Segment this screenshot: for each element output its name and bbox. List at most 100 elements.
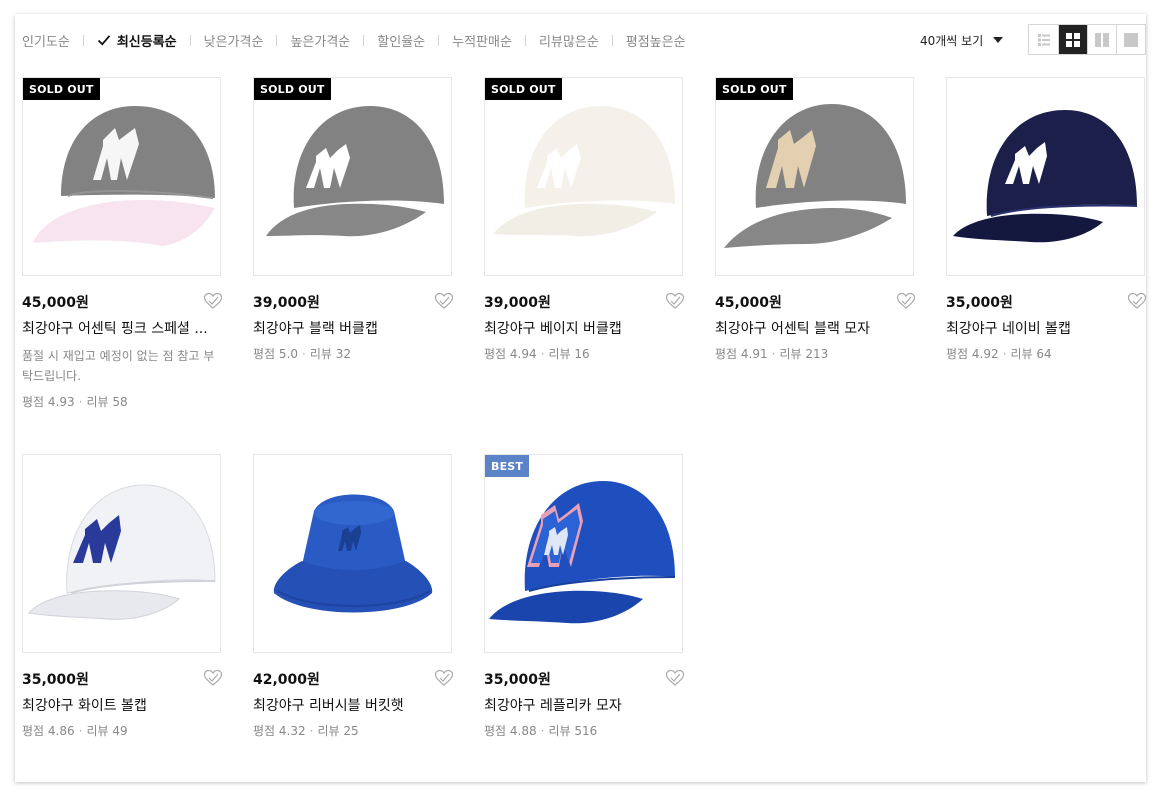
product-price: 45,000원 — [715, 295, 782, 311]
product-name[interactable]: 최강야구 베이지 버클캡 — [484, 318, 683, 338]
product-card[interactable]: SOLD OUT 39,000원 최강야구 베이지 버클캡 평점 4.94 · 리뷰… — [484, 77, 685, 362]
sort-divider — [189, 34, 191, 46]
product-name[interactable]: 최강야구 어센틱 핑크 스페셜 ... — [22, 318, 221, 338]
view-count-dropdown[interactable]: 40개씩 보기 — [920, 31, 1004, 49]
grid-view-icon — [1066, 32, 1080, 47]
product-name[interactable]: 최강야구 어센틱 블랙 모자 — [715, 318, 914, 338]
product-reviews: 리뷰 58 — [86, 395, 128, 409]
heart-icon[interactable] — [203, 292, 223, 310]
meta-separator: · — [540, 347, 545, 361]
single-view-icon — [1124, 32, 1138, 47]
two-column-view-icon — [1095, 32, 1109, 47]
product-reviews: 리뷰 32 — [309, 347, 351, 361]
product-price: 42,000원 — [253, 672, 320, 688]
meta-separator: · — [78, 724, 83, 738]
product-image[interactable]: BEST — [484, 454, 683, 653]
sort-reviews[interactable]: 리뷰많은순 — [539, 31, 599, 50]
blue-replica-cap-image — [489, 481, 676, 624]
sort-discount[interactable]: 할인율순 — [377, 31, 425, 50]
product-image[interactable]: SOLD OUT — [484, 77, 683, 276]
sort-newest-label: 최신등록순 — [116, 34, 177, 50]
meta-separator: · — [78, 395, 83, 409]
product-meta: 평점 4.88 · 리뷰 516 — [484, 722, 683, 739]
heart-icon[interactable] — [203, 669, 223, 687]
heart-icon[interactable] — [1127, 292, 1147, 310]
sort-divider — [363, 34, 365, 46]
product-card[interactable]: SOLD OUT 45,000원 최강야구 어센틱 핑크 스페셜 ... 품절 … — [22, 77, 223, 410]
sort-popular-label: 인기도순 — [22, 34, 70, 50]
heart-icon[interactable] — [896, 292, 916, 310]
sort-divider — [611, 34, 613, 46]
product-name[interactable]: 최강야구 네이비 볼캡 — [946, 318, 1145, 338]
product-reviews: 리뷰 64 — [1010, 347, 1052, 361]
product-name[interactable]: 최강야구 레플리카 모자 — [484, 695, 683, 715]
product-price: 35,000원 — [484, 672, 551, 688]
product-rating: 평점 5.0 — [253, 347, 298, 361]
product-name[interactable]: 최강야구 리버시블 버킷햇 — [253, 695, 452, 715]
product-image[interactable] — [253, 454, 452, 653]
list-view-icon — [1037, 33, 1050, 46]
soldout-badge: SOLD OUT — [23, 78, 100, 100]
product-reviews: 리뷰 213 — [779, 347, 829, 361]
product-price: 45,000원 — [22, 295, 89, 311]
product-meta: 평점 4.92 · 리뷰 64 — [946, 345, 1145, 362]
meta-separator: · — [301, 347, 306, 361]
sort-low-price[interactable]: 낮은가격순 — [204, 31, 264, 50]
list-view-button[interactable] — [1029, 25, 1058, 54]
heart-icon[interactable] — [434, 292, 454, 310]
heart-icon[interactable] — [665, 292, 685, 310]
product-card[interactable]: 42,000원 최강야구 리버시블 버킷햇 평점 4.32 · 리뷰 25 — [253, 454, 454, 739]
soldout-badge: SOLD OUT — [716, 78, 793, 100]
product-reviews: 리뷰 16 — [548, 347, 590, 361]
product-list-panel: 인기도순 최신등록순 낮은가격순 높은가격순 할인율순 누적판매순 리뷰많은순 … — [15, 14, 1147, 782]
white-ball-cap-image — [28, 484, 216, 620]
grid-view-button[interactable] — [1058, 25, 1087, 54]
heart-icon[interactable] — [434, 669, 454, 687]
product-card[interactable]: 35,000원 최강야구 네이비 볼캡 평점 4.92 · 리뷰 64 — [946, 77, 1147, 362]
sort-newest[interactable]: 최신등록순 — [97, 31, 177, 50]
product-card[interactable]: 35,000원 최강야구 화이트 볼캡 평점 4.86 · 리뷰 49 — [22, 454, 223, 739]
product-rating: 평점 4.86 — [22, 724, 75, 738]
navy-ball-cap-image — [953, 110, 1138, 243]
product-rating: 평점 4.93 — [22, 395, 75, 409]
sort-divider — [438, 34, 440, 46]
two-column-view-button[interactable] — [1087, 25, 1116, 54]
product-reviews: 리뷰 516 — [548, 724, 598, 738]
product-card[interactable]: SOLD OUT 39,000원 최강야구 블랙 버클캡 평점 5.0 · 리뷰 3… — [253, 77, 454, 362]
sort-sales[interactable]: 누적판매순 — [452, 31, 512, 50]
sort-low-price-label: 낮은가격순 — [203, 34, 264, 50]
product-notice: 품절 시 재입고 예정이 없는 점 참고 부탁드립니다. — [22, 349, 215, 383]
product-image[interactable]: SOLD OUT — [253, 77, 452, 276]
product-meta: 평점 4.86 · 리뷰 49 — [22, 722, 221, 739]
product-meta: 평점 4.32 · 리뷰 25 — [253, 722, 452, 739]
meta-separator: · — [771, 347, 776, 361]
reversible-bucket-hat-image — [273, 494, 433, 613]
sort-rating[interactable]: 평점높은순 — [626, 31, 686, 50]
product-name[interactable]: 최강야구 화이트 볼캡 — [22, 695, 221, 715]
product-image[interactable]: SOLD OUT — [22, 77, 221, 276]
product-meta: 평점 4.94 · 리뷰 16 — [484, 345, 683, 362]
product-rating: 평점 4.94 — [484, 347, 537, 361]
heart-icon[interactable] — [665, 669, 685, 687]
black-buckle-cap-image — [266, 106, 444, 237]
product-price: 35,000원 — [22, 672, 89, 688]
product-rating: 평점 4.32 — [253, 724, 306, 738]
product-image[interactable] — [22, 454, 221, 653]
sort-sales-label: 누적판매순 — [452, 34, 512, 50]
product-price: 39,000원 — [253, 295, 320, 311]
product-image[interactable]: SOLD OUT — [715, 77, 914, 276]
product-card[interactable]: SOLD OUT 45,000원 최강야구 어센틱 블랙 모자 평점 4.91 ·… — [715, 77, 916, 362]
caret-down-icon — [993, 37, 1004, 43]
sort-divider — [276, 34, 278, 46]
check-icon — [97, 35, 111, 46]
product-card[interactable]: BEST 35,000원 최강야구 레플리카 모자 평점 4.88 · 리뷰 516 — [484, 454, 685, 739]
single-view-button[interactable] — [1116, 25, 1145, 54]
product-image[interactable] — [946, 77, 1145, 276]
product-rating: 평점 4.91 — [715, 347, 768, 361]
sort-high-price[interactable]: 높은가격순 — [290, 31, 350, 50]
product-meta: 평점 4.91 · 리뷰 213 — [715, 345, 914, 362]
sort-popular[interactable]: 인기도순 — [22, 31, 70, 50]
product-name[interactable]: 최강야구 블랙 버클캡 — [253, 318, 452, 338]
product-reviews: 리뷰 49 — [86, 724, 128, 738]
soldout-badge: SOLD OUT — [254, 78, 331, 100]
